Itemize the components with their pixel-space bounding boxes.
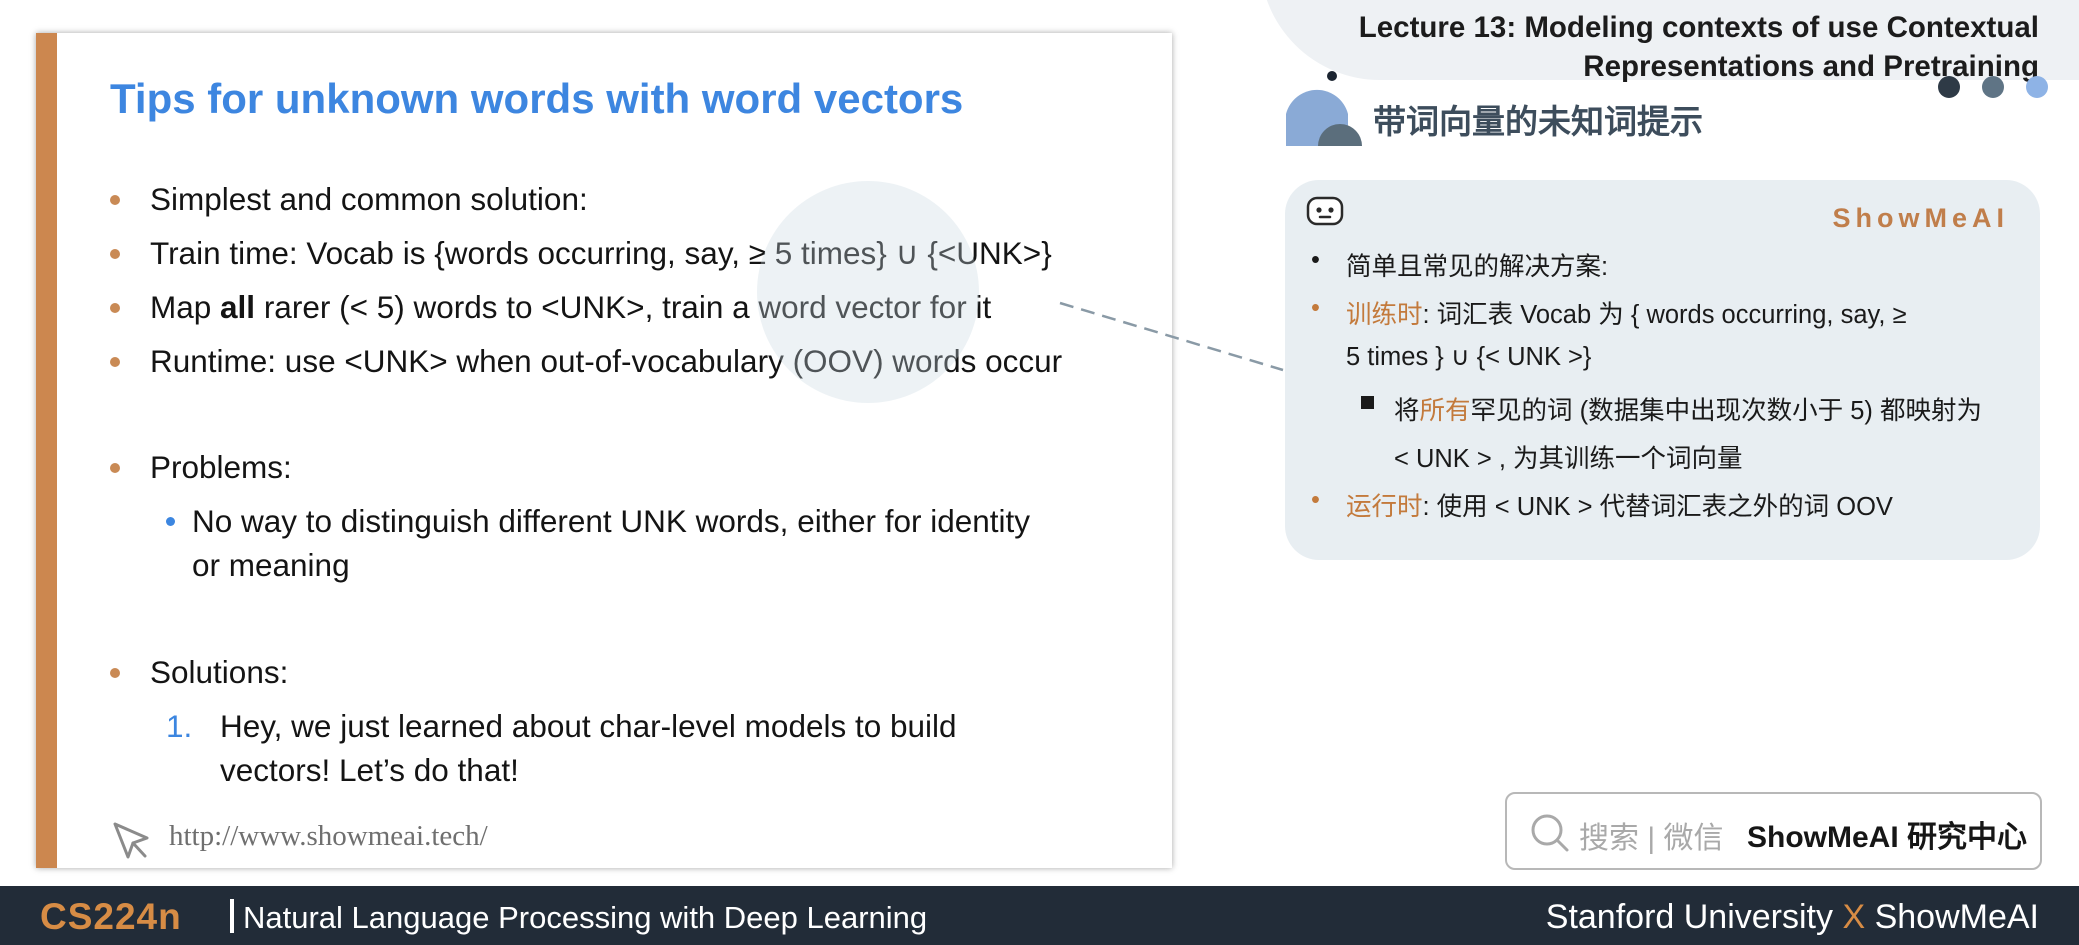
card-bullet-1: 简单且常见的解决方案: (1346, 253, 1609, 281)
section-title: 带词向量的未知词提示 (1373, 103, 1703, 140)
brand-label: ShowMeAI (1832, 203, 2009, 233)
card-sub-bullet: 将所有罕见的词 (数据集中出现次数小于 5) 都映射为 (1394, 397, 1982, 425)
card-bullet-dot: • (1311, 486, 1320, 514)
card-sub-bullet-cont: < UNK > , 为其训练一个词向量 (1394, 445, 1743, 473)
footer-separator (230, 899, 234, 933)
card-bullet-3: 运行时: 使用 < UNK > 代替词汇表之外的词 OOV (1346, 493, 1893, 521)
card-bullet-dot: • (1311, 246, 1320, 274)
search-hint: 搜索 | 微信 (1579, 822, 1724, 855)
section-deco-icon (1284, 64, 1369, 154)
card-bullet-2: 训练时: 词汇表 Vocab 为 { words occurring, say,… (1346, 301, 1907, 329)
course-code: CS224n (40, 896, 182, 937)
card-square-bullet (1361, 396, 1374, 409)
search-brand: ShowMeAI 研究中心 (1747, 821, 2028, 854)
card-bullet-dot: • (1311, 294, 1320, 322)
footer-org: Stanford University X ShowMeAI (1545, 898, 2039, 936)
robot-icon (1305, 194, 1347, 237)
course-name: Natural Language Processing with Deep Le… (243, 900, 928, 935)
search-box[interactable]: 搜索 | 微信 ShowMeAI 研究中心 (1505, 792, 2042, 870)
search-icon (1529, 812, 1571, 859)
card-bullet-2-cont: 5 times } ∪ {< UNK >} (1346, 343, 1592, 371)
footer-bar: CS224n Natural Language Processing with … (0, 886, 2079, 945)
